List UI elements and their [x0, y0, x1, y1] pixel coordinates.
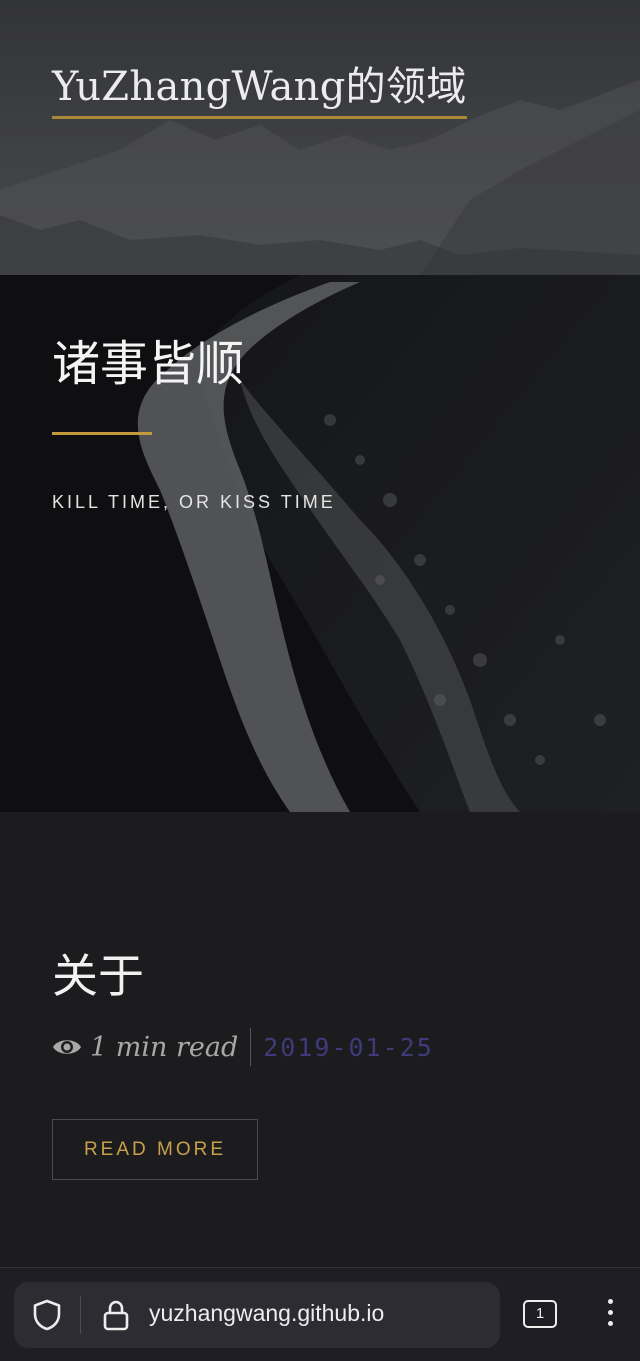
address-bar[interactable]: yuzhangwang.github.io [14, 1282, 500, 1348]
post-meta: 1 min read 2019-01-25 [52, 1028, 434, 1066]
browser-toolbar: yuzhangwang.github.io 1 [0, 1267, 640, 1361]
tabs-button[interactable]: 1 [523, 1300, 557, 1328]
meta-divider [250, 1028, 252, 1066]
menu-dot [607, 1310, 613, 1315]
menu-dot [607, 1321, 613, 1326]
hero-banner: YuZhangWang的领域 诸事皆顺 KILL TIME, OR KISS T… [0, 0, 640, 812]
read-time: 1 min read [90, 1031, 239, 1063]
hero-subheading: KILL TIME, OR KISS TIME [52, 492, 336, 512]
page: YuZhangWang的领域 诸事皆顺 KILL TIME, OR KISS T… [0, 0, 640, 1361]
address-bar-divider [80, 1296, 81, 1334]
site-title-link[interactable]: YuZhangWang的领域 [52, 54, 467, 119]
hero-heading: 诸事皆顺 [52, 336, 245, 392]
menu-dot [607, 1299, 613, 1304]
more-vert-icon[interactable] [598, 1296, 622, 1334]
url-text[interactable]: yuzhangwang.github.io [149, 1300, 384, 1327]
hero-accent-rule [52, 432, 152, 435]
read-more-button[interactable]: READ MORE [52, 1119, 258, 1180]
post-preview: 关于 1 min read 2019-01-25 READ MORE [0, 812, 640, 1267]
hero-background-image [0, 0, 640, 812]
post-title[interactable]: 关于 [52, 940, 144, 1006]
eye-icon [53, 1040, 81, 1054]
lock-icon[interactable] [102, 1299, 130, 1331]
shield-icon[interactable] [32, 1299, 62, 1331]
post-date: 2019-01-25 [263, 1032, 434, 1062]
